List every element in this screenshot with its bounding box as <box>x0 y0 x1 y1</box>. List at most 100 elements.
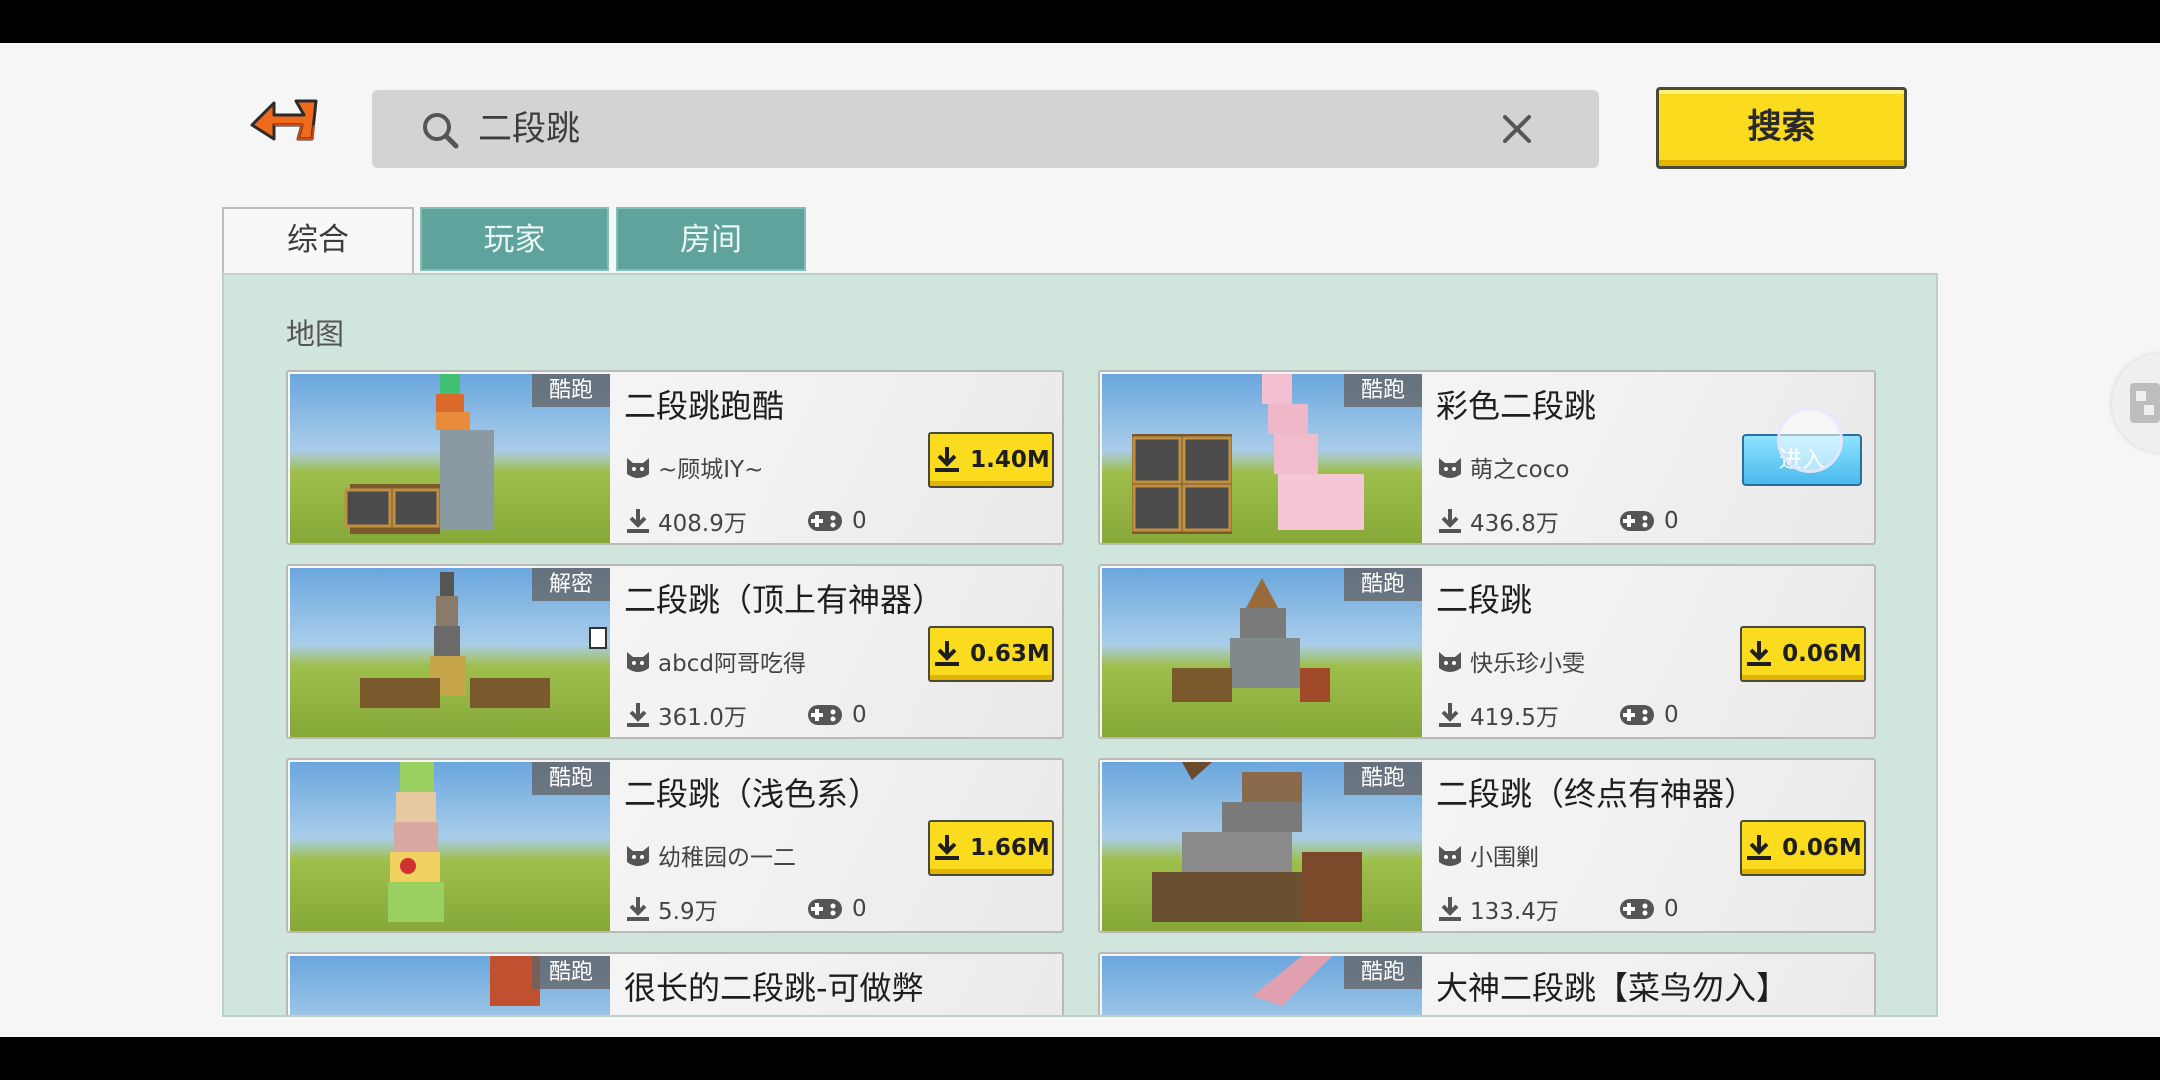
gamepad-icon <box>808 705 842 725</box>
player-count: 0 <box>1664 896 1679 922</box>
download-button[interactable]: 0.06M <box>1740 626 1866 682</box>
map-thumbnail: 酷跑 <box>290 956 610 1015</box>
map-thumbnail: 酷跑 <box>1102 762 1422 931</box>
map-tag: 酷跑 <box>1344 568 1422 601</box>
gamepad-icon <box>808 511 842 531</box>
download-button[interactable]: 0.06M <box>1740 820 1866 876</box>
author-name: 快乐珍小雯 <box>1470 651 1585 677</box>
player-count: 0 <box>852 508 867 534</box>
download-size: 1.40M <box>970 447 1050 473</box>
author-row: 萌之coco <box>1436 450 1569 484</box>
map-card[interactable]: 酷跑 二段跳 快乐珍小雯 419.5万 0 0.06M <box>1098 564 1876 739</box>
author-row: 幼稚园の一二 <box>624 838 796 872</box>
download-count: 5.9万 <box>658 899 718 925</box>
tab-all[interactable]: 综合 <box>222 207 414 273</box>
download-size: 0.06M <box>1782 835 1862 861</box>
map-card[interactable]: 解密 二段跳（顶上有神器） abcd阿哥吃得 361.0万 0 0.63M <box>286 564 1064 739</box>
author-name: ~顾城IY~ <box>658 457 764 483</box>
map-card[interactable]: 酷跑 二段跳（终点有神器） 小围剿 133.4万 0 0.06M <box>1098 758 1876 933</box>
search-button[interactable]: 搜索 <box>1656 87 1907 169</box>
side-drawer-handle[interactable] <box>2112 353 2160 453</box>
download-icon <box>935 447 960 472</box>
download-button[interactable]: 0.63M <box>928 626 1054 682</box>
author-row: 快乐珍小雯 <box>1436 644 1585 678</box>
map-title: 二段跳（终点有神器） <box>1436 775 1757 813</box>
map-thumbnail: 酷跑 <box>290 374 610 543</box>
download-count: 419.5万 <box>1470 705 1559 731</box>
map-card[interactable]: 酷跑 二段跳跑酷 ~顾城IY~ 408.9万 0 1.40M <box>286 370 1064 545</box>
section-title: 地图 <box>286 317 345 351</box>
map-tag: 酷跑 <box>1344 374 1422 407</box>
author-icon <box>627 458 649 478</box>
download-count-icon <box>627 897 649 921</box>
player-count: 0 <box>852 896 867 922</box>
player-count: 0 <box>1664 702 1679 728</box>
player-count: 0 <box>852 702 867 728</box>
map-title: 很长的二段跳-可做弊 <box>624 969 924 1007</box>
back-arrow-icon[interactable] <box>246 95 320 159</box>
author-name: 小围剿 <box>1470 845 1539 871</box>
download-button[interactable]: 1.40M <box>928 432 1054 488</box>
download-count-icon <box>1439 897 1461 921</box>
download-button[interactable]: 1.66M <box>928 820 1054 876</box>
author-icon <box>1439 458 1461 478</box>
results-panel: 地图 酷跑 二段跳跑酷 ~顾城IY~ 408.9万 0 1.40M 酷跑 彩色二… <box>222 273 1938 1017</box>
download-icon <box>1747 835 1772 860</box>
map-title: 彩色二段跳 <box>1436 387 1597 425</box>
map-tag: 酷跑 <box>1344 956 1422 989</box>
gamepad-icon <box>1620 899 1654 919</box>
author-icon <box>1439 652 1461 672</box>
map-title: 二段跳跑酷 <box>624 387 785 425</box>
download-size: 0.06M <box>1782 641 1862 667</box>
map-title: 二段跳（顶上有神器） <box>624 581 945 619</box>
map-tag: 酷跑 <box>532 956 610 989</box>
stats-row: 436.8万 0 <box>1436 504 1679 538</box>
map-thumbnail: 酷跑 <box>290 762 610 931</box>
map-card[interactable]: 酷跑 彩色二段跳 萌之coco 436.8万 0 进入 <box>1098 370 1876 545</box>
download-count: 436.8万 <box>1470 511 1559 537</box>
search-icon <box>420 110 460 150</box>
author-icon <box>1439 846 1461 866</box>
tab-rooms[interactable]: 房间 <box>616 207 806 271</box>
status-bar <box>0 0 2160 43</box>
download-icon <box>1747 641 1772 666</box>
download-icon <box>935 641 960 666</box>
stats-row: 361.0万 0 <box>624 698 867 732</box>
author-icon <box>627 846 649 866</box>
map-card[interactable]: 酷跑 二段跳（浅色系） 幼稚园の一二 5.9万 0 1.66M <box>286 758 1064 933</box>
touch-indicator <box>1777 407 1843 473</box>
map-thumbnail: 酷跑 <box>1102 374 1422 543</box>
map-card[interactable]: 酷跑 很长的二段跳-可做弊 <box>286 952 1064 1015</box>
download-count-icon <box>627 509 649 533</box>
navigation-bar <box>0 1037 2160 1080</box>
map-title: 二段跳（浅色系） <box>624 775 881 813</box>
map-title: 二段跳 <box>1436 581 1533 619</box>
author-row: abcd阿哥吃得 <box>624 644 806 678</box>
map-tag: 解密 <box>532 568 610 601</box>
search-input[interactable]: 二段跳 <box>478 104 580 154</box>
author-row: ~顾城IY~ <box>624 450 763 484</box>
download-count-icon <box>627 703 649 727</box>
download-count: 361.0万 <box>658 705 747 731</box>
map-thumbnail: 解密 <box>290 568 610 737</box>
map-thumbnail: 酷跑 <box>1102 956 1422 1015</box>
search-box[interactable]: 二段跳 <box>372 90 1599 168</box>
author-name: 幼稚园の一二 <box>658 845 796 871</box>
download-count-icon <box>1439 703 1461 727</box>
gamepad-icon <box>808 899 842 919</box>
stats-row: 419.5万 0 <box>1436 698 1679 732</box>
gamepad-icon <box>1620 705 1654 725</box>
close-icon[interactable] <box>1500 112 1534 146</box>
author-row: 小围剿 <box>1436 838 1539 872</box>
download-icon <box>935 835 960 860</box>
map-card[interactable]: 酷跑 大神二段跳【菜鸟勿入】 <box>1098 952 1876 1015</box>
map-tag: 酷跑 <box>532 374 610 407</box>
author-name: abcd阿哥吃得 <box>658 651 806 677</box>
search-screen: 二段跳 搜索 综合 玩家 房间 地图 酷跑 二段跳跑酷 ~顾城IY~ 408.9… <box>0 43 2160 1037</box>
tab-players[interactable]: 玩家 <box>420 207 609 271</box>
author-name: 萌之coco <box>1470 457 1570 483</box>
stats-row: 133.4万 0 <box>1436 892 1679 926</box>
map-title: 大神二段跳【菜鸟勿入】 <box>1436 969 1789 1007</box>
download-size: 0.63M <box>970 641 1050 667</box>
puzzle-icon <box>2130 383 2160 423</box>
